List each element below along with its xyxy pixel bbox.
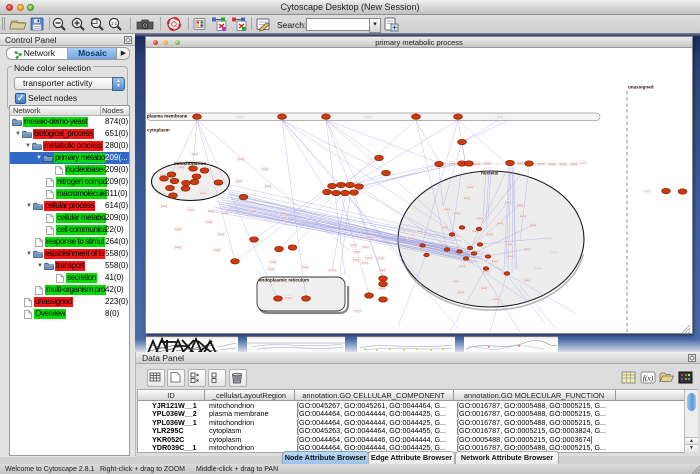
svg-text:(xxxx): (xxxx) bbox=[417, 230, 424, 233]
svg-text:(xxxx): (xxxx) bbox=[237, 116, 244, 119]
svg-text:1:1: 1:1 bbox=[111, 21, 118, 26]
svg-text:mitochondrion: mitochondrion bbox=[174, 161, 206, 166]
svg-text:(xxxx): (xxxx) bbox=[506, 243, 513, 246]
svg-text:(xxxx): (xxxx) bbox=[549, 163, 556, 166]
svg-text:(xxxx): (xxxx) bbox=[367, 236, 374, 239]
svg-text:(xxxx): (xxxx) bbox=[487, 233, 494, 236]
svg-text:(xxxx): (xxxx) bbox=[268, 268, 275, 271]
svg-text:(xxxx): (xxxx) bbox=[236, 180, 243, 183]
svg-text:(xxxx): (xxxx) bbox=[493, 298, 500, 301]
svg-text:(xxxx): (xxxx) bbox=[362, 246, 369, 249]
svg-text:(xxxx): (xxxx) bbox=[238, 158, 245, 161]
svg-text:(xxxx): (xxxx) bbox=[517, 162, 524, 165]
svg-text:(xxxx): (xxxx) bbox=[329, 269, 336, 272]
svg-text:(xxxx): (xxxx) bbox=[222, 212, 229, 215]
svg-text:(xxxx): (xxxx) bbox=[365, 116, 372, 119]
svg-text:(xxxx): (xxxx) bbox=[192, 153, 199, 156]
svg-text:(xxxx): (xxxx) bbox=[464, 197, 471, 200]
svg-text:(xxxx): (xxxx) bbox=[175, 228, 182, 231]
svg-text:(xxxx): (xxxx) bbox=[285, 297, 292, 300]
svg-text:(xxxx): (xxxx) bbox=[262, 168, 269, 171]
svg-text:(xxxx): (xxxx) bbox=[442, 226, 449, 229]
svg-text:(xxxx): (xxxx) bbox=[408, 237, 415, 240]
svg-text:unassigned: unassigned bbox=[628, 85, 654, 90]
svg-text:(xxxx): (xxxx) bbox=[467, 186, 474, 189]
svg-text:(xxxx): (xxxx) bbox=[524, 279, 531, 282]
svg-text:(xxxx): (xxxx) bbox=[520, 215, 527, 218]
svg-text:(xxxx): (xxxx) bbox=[454, 212, 461, 215]
svg-text:(xxxx): (xxxx) bbox=[214, 249, 221, 252]
svg-text:(xxxx): (xxxx) bbox=[365, 256, 372, 259]
svg-text:(xxxx): (xxxx) bbox=[517, 204, 524, 207]
svg-text:(xxxx): (xxxx) bbox=[505, 201, 512, 204]
svg-text:(xxxx): (xxxx) bbox=[481, 287, 488, 290]
svg-text:nucleus: nucleus bbox=[481, 171, 499, 176]
svg-text:(xxxx): (xxxx) bbox=[161, 205, 168, 208]
svg-text:(xxxx): (xxxx) bbox=[546, 237, 553, 240]
svg-text:plasma membrane: plasma membrane bbox=[147, 114, 188, 119]
svg-text:(xxxx): (xxxx) bbox=[524, 248, 531, 251]
svg-text:(xxxx): (xxxx) bbox=[362, 261, 369, 264]
svg-text:(xxxx): (xxxx) bbox=[530, 224, 537, 227]
svg-text:(xxxx): (xxxx) bbox=[354, 309, 361, 312]
svg-text:f(x): f(x) bbox=[643, 374, 654, 383]
svg-text:(xxxx): (xxxx) bbox=[550, 251, 557, 254]
svg-text:(xxxx): (xxxx) bbox=[280, 212, 287, 215]
svg-text:(xxxx): (xxxx) bbox=[453, 280, 460, 283]
svg-text:(xxxx): (xxxx) bbox=[270, 261, 277, 264]
svg-text:(xxxx): (xxxx) bbox=[507, 255, 514, 258]
svg-text:(xxxx): (xxxx) bbox=[458, 291, 465, 294]
svg-text:(xxxx): (xxxx) bbox=[444, 208, 451, 211]
svg-text:(xxxx): (xxxx) bbox=[281, 217, 288, 220]
svg-text:(xxxx): (xxxx) bbox=[497, 222, 504, 225]
svg-text:(xxxx): (xxxx) bbox=[484, 162, 491, 165]
svg-text:(xxxx): (xxxx) bbox=[178, 166, 185, 169]
svg-text:(xxxx): (xxxx) bbox=[353, 259, 360, 262]
svg-text:(xxxx): (xxxx) bbox=[218, 233, 225, 236]
svg-text:(xxxx): (xxxx) bbox=[354, 251, 361, 254]
svg-text:(xxxx): (xxxx) bbox=[208, 210, 215, 213]
svg-text:(xxxx): (xxxx) bbox=[206, 221, 213, 224]
svg-text:(xxxx): (xxxx) bbox=[497, 116, 504, 119]
svg-text:(xxxx): (xxxx) bbox=[459, 265, 466, 268]
svg-text:(xxxx): (xxxx) bbox=[302, 266, 309, 269]
svg-text:(xxxx): (xxxx) bbox=[175, 246, 182, 249]
svg-text:(xxxx): (xxxx) bbox=[492, 260, 499, 263]
svg-text:(xxxx): (xxxx) bbox=[477, 217, 484, 220]
svg-text:(xxxx): (xxxx) bbox=[379, 269, 386, 272]
svg-text:(xxxx): (xxxx) bbox=[265, 185, 272, 188]
svg-text:(xxxx): (xxxx) bbox=[351, 244, 358, 247]
svg-text:(xxxx): (xxxx) bbox=[378, 257, 385, 260]
svg-text:(xxxx): (xxxx) bbox=[644, 190, 651, 193]
svg-text:(xxxx): (xxxx) bbox=[200, 192, 207, 195]
svg-text:cytoplasm: cytoplasm bbox=[147, 128, 170, 133]
svg-text:(xxxx): (xxxx) bbox=[188, 209, 195, 212]
svg-text:(xxxx): (xxxx) bbox=[571, 163, 578, 166]
svg-text:(xxxx): (xxxx) bbox=[535, 267, 542, 270]
svg-text:endoplasmic reticulum: endoplasmic reticulum bbox=[259, 278, 309, 283]
svg-text:(xxxx): (xxxx) bbox=[580, 162, 587, 165]
svg-text:(xxxx): (xxxx) bbox=[379, 287, 386, 290]
svg-text:(xxxx): (xxxx) bbox=[560, 163, 567, 166]
svg-text:(xxxx): (xxxx) bbox=[250, 210, 257, 213]
